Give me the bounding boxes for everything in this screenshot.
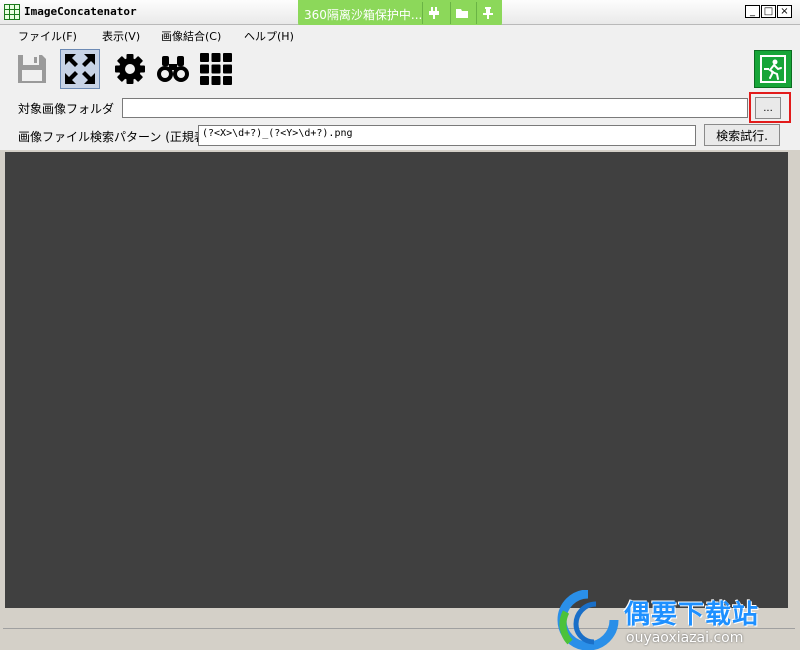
sandbox-banner: 360隔离沙箱保护中... [298,0,502,27]
watermark-url: ouyaoxiazai.com [626,630,744,646]
save-button[interactable] [12,49,52,89]
highlight-box [749,92,791,123]
image-canvas[interactable] [5,152,788,608]
settings-button[interactable] [110,49,150,89]
exit-door-icon [760,55,786,83]
form-area: 対象画像フォルダ ... 画像ファイル検索パターン (正規表 (?<X>\d+?… [0,93,800,150]
sandbox-label: 360隔离沙箱保护中... [304,8,423,22]
exit-button[interactable] [754,50,792,88]
grid-icon [200,53,232,85]
fit-expand-icon [65,54,95,84]
maximize-button[interactable]: □ [761,5,776,18]
pin-icon[interactable] [476,2,499,24]
grid-button[interactable] [196,49,236,89]
close-button[interactable]: × [777,5,792,18]
menu-concatenate[interactable]: 画像結合(C) [161,28,221,44]
folder-icon[interactable] [450,2,473,24]
pattern-label: 画像ファイル検索パターン (正規表 [18,130,198,144]
search-button[interactable] [153,49,193,89]
search-test-button[interactable]: 検索試行. [704,124,780,146]
plug-icon[interactable] [422,2,445,24]
folder-label: 対象画像フォルダ [18,102,115,116]
menu-help[interactable]: ヘルプ(H) [244,28,294,44]
binoculars-icon [157,56,189,82]
menu-file[interactable]: ファイル(F) [18,28,77,44]
minimize-button[interactable]: _ [745,5,760,18]
menu-view[interactable]: 表示(V) [102,28,140,44]
pattern-input[interactable]: (?<X>\d+?)_(?<Y>\d+?).png [198,125,696,146]
fit-expand-button[interactable] [60,49,100,89]
watermark: 偶要下载站 ouyaoxiazai.com [556,590,800,650]
toolbar [0,45,800,93]
window-title: ImageConcatenator [24,5,137,18]
gear-icon [115,54,145,84]
menu-bar: ファイル(F) 表示(V) 画像結合(C) ヘルプ(H) [0,25,800,45]
folder-path-input[interactable] [122,98,748,118]
save-icon [18,55,46,83]
watermark-logo-icon [557,590,619,650]
watermark-name: 偶要下载站 [624,600,760,630]
app-grid-icon [4,4,20,20]
